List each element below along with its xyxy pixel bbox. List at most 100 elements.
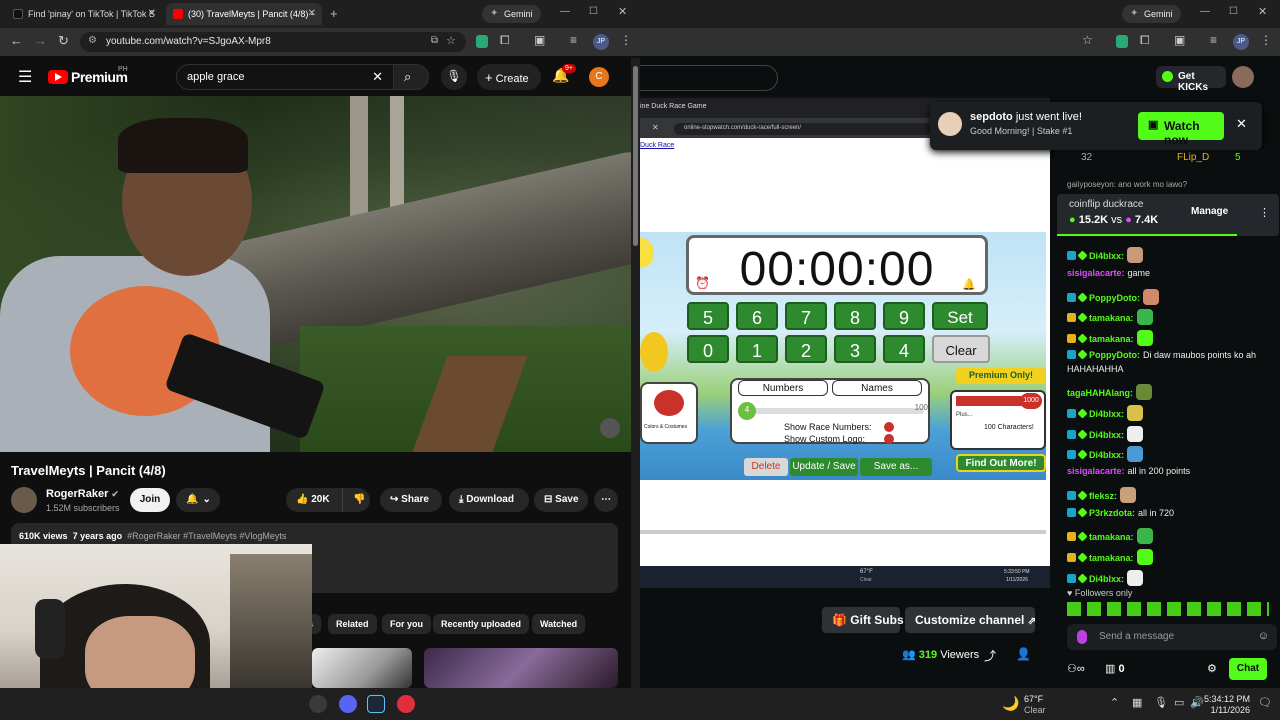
get-kicks-button[interactable]: Get KICKs [1156,66,1226,93]
chat-input[interactable]: Send a message ☺ [1067,624,1277,650]
watch-now-button[interactable]: ▣ Watch now [1138,112,1224,147]
chat-username[interactable]: tamakana: [1089,313,1134,323]
channel-name[interactable]: RogerRaker ✔ [46,488,119,500]
video-player[interactable] [0,96,631,452]
profile-avatar[interactable]: JP [1233,34,1249,50]
clock-time[interactable]: 5:34:12 PM [1200,694,1250,704]
close-notification-icon[interactable]: ✕ [1236,116,1247,132]
chip-for-you[interactable]: For you [382,614,431,634]
back-icon[interactable]: ← [10,33,23,48]
bookmark-star-icon[interactable]: ☆ [446,34,456,47]
extensions-icon[interactable]: ⧠ [1140,33,1150,48]
chip-watched[interactable]: Watched [532,614,586,634]
poll-manage-button[interactable]: Manage [1191,206,1228,217]
user-avatar[interactable] [1232,66,1254,88]
maximize-icon[interactable]: ☐ [1229,6,1238,17]
dislike-button[interactable]: 👎 [342,488,370,512]
chat-username[interactable]: fleksz: [1089,491,1117,501]
channel-points[interactable]: ▥ 0 [1105,662,1125,675]
chat-username[interactable]: sisigalacarte: [1067,466,1125,476]
media-icon[interactable]: ≡ [1210,33,1217,47]
channel-watermark-icon[interactable] [600,418,620,438]
sidepanel-icon[interactable]: ▣ [534,33,545,47]
bookmark-star-icon[interactable]: ☆ [1082,33,1093,47]
chat-username[interactable]: tamakana: [1089,532,1134,542]
search-button[interactable]: ⌕ [393,64,429,90]
chip-recently-uploaded[interactable]: Recently uploaded [433,614,530,634]
more-actions-button[interactable]: ⋯ [594,488,618,512]
create-button[interactable]: + Create [477,64,541,90]
poll-menu-icon[interactable]: ⋮ [1259,206,1270,219]
cast-icon[interactable]: ⧉ [431,35,438,46]
scrollbar-thumb[interactable] [633,66,638,246]
chat-username[interactable]: Di4blxx: [1089,251,1124,261]
menu-kebab-icon[interactable]: ⋮ [1260,33,1272,47]
chat-username[interactable]: PoppyDoto: [1089,350,1140,360]
search-input[interactable]: apple grace ✕ [176,64,394,90]
save-button[interactable]: ⊟ Save [534,488,588,512]
video-thumbnail[interactable] [424,648,618,688]
customize-channel-button[interactable]: Customize channel ⇗ [905,607,1036,633]
window-close-icon[interactable]: ✕ [618,5,627,18]
chip-related[interactable]: Related [328,614,377,634]
tray-app-icon[interactable]: ▦ [1132,696,1142,709]
gift-subs-button[interactable]: 🎁 Gift Subs [822,607,904,633]
menu-kebab-icon[interactable]: ⋮ [620,33,632,47]
reload-icon[interactable]: ↻ [58,33,69,49]
tray-monitor-icon[interactable]: ▭ [1174,696,1184,709]
chat-username[interactable]: tamakana: [1089,334,1134,344]
chat-username[interactable]: PoppyDoto: [1089,293,1140,303]
hamburger-menu-icon[interactable]: ☰ [18,67,32,87]
taskbar-app-icon[interactable] [309,695,327,713]
media-player-icon[interactable] [397,695,415,713]
add-person-icon[interactable]: 👤 [1016,647,1031,661]
tab-youtube[interactable]: (30) TravelMeyts | Pancit (4/8) - ✕ [166,3,322,25]
minimize-icon[interactable]: — [560,6,570,17]
steam-icon[interactable] [367,695,385,713]
like-button[interactable]: 👍 20K [286,488,342,512]
sidepanel-icon[interactable]: ▣ [1174,33,1185,47]
weather-temp[interactable]: 67°F [1024,694,1043,704]
window-close-icon[interactable]: ✕ [1258,5,1267,18]
download-button[interactable]: ⤓ Download [449,488,529,512]
tab-tiktok[interactable]: Find 'pinay' on TikTok | TikTok S ✕ [6,3,162,25]
infinity-points-icon[interactable]: ⚇∞ [1067,662,1085,675]
site-info-icon[interactable]: ⚙ [88,35,97,46]
chat-username[interactable]: Di4blxx: [1089,450,1124,460]
share-button[interactable]: ↪ Share [380,488,442,512]
hashtags[interactable]: #RogerRaker #TravelMeyts #VlogMeyts [127,531,286,541]
clear-search-icon[interactable]: ✕ [372,69,383,85]
voice-search-button[interactable]: 🎙 [441,64,467,90]
shield-extension-icon[interactable] [1116,35,1128,48]
weather-desc[interactable]: Clear [1024,705,1046,715]
close-tab-icon[interactable]: ✕ [308,8,316,19]
shield-extension-icon[interactable] [476,35,488,48]
maximize-icon[interactable]: ☐ [589,6,598,17]
extensions-icon[interactable]: ⧠ [500,33,510,48]
subscription-bell-button[interactable]: 🔔 ⌄ [176,488,220,512]
profile-avatar[interactable]: JP [593,34,609,50]
chat-username[interactable]: Di4blxx: [1089,574,1124,584]
discord-icon[interactable] [339,695,357,713]
share-icon[interactable]: ⤴ [984,647,996,664]
tray-chevron-icon[interactable]: ⌃ [1110,696,1119,709]
join-button[interactable]: Join [130,488,170,512]
forward-icon[interactable]: → [34,33,47,48]
emote-bar[interactable] [1067,602,1269,616]
notifications-icon[interactable]: 🗨 [1258,696,1272,709]
gemini-button[interactable]: ✦ Gemini [1122,5,1181,23]
chat-send-button[interactable]: Chat [1229,658,1267,680]
channel-avatar[interactable] [11,487,37,513]
close-tab-icon[interactable]: ✕ [148,8,156,19]
video-thumbnail[interactable] [312,648,412,688]
chat-username[interactable]: Di4blxx: [1089,409,1124,419]
account-avatar[interactable]: C [589,67,609,87]
minimize-icon[interactable]: — [1200,6,1210,17]
media-icon[interactable]: ≡ [570,33,577,47]
stream-video[interactable]: ine Duck Race Game ✕ online-stopwatch.co… [640,96,1050,588]
chat-username[interactable]: tagaHAHAlang: [1067,388,1133,398]
new-tab-icon[interactable]: + [330,6,338,21]
kick-search-input[interactable] [640,65,778,91]
emoji-icon[interactable]: ☺ [1258,630,1269,642]
chat-username[interactable]: Di4blxx: [1089,430,1124,440]
